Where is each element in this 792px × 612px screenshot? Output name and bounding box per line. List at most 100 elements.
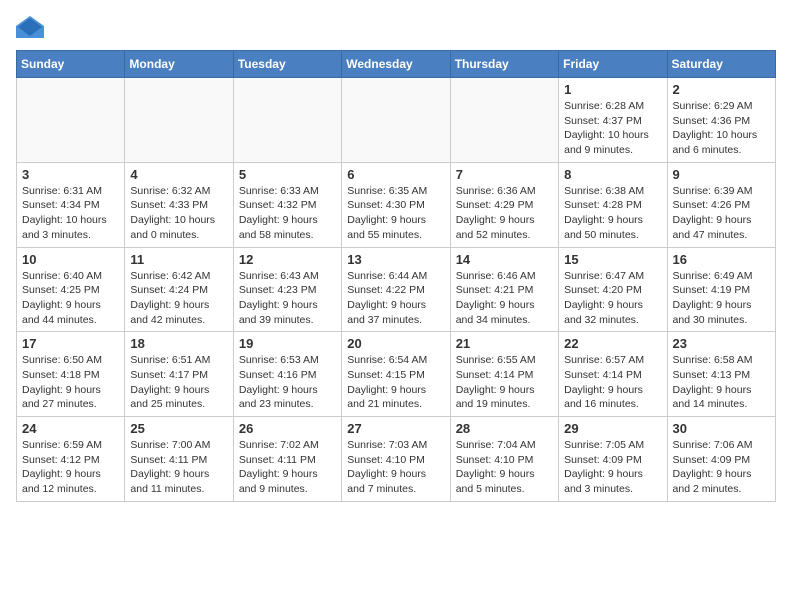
day-number: 18 [130, 336, 227, 351]
day-number: 17 [22, 336, 119, 351]
calendar-cell: 30 Sunrise: 7:06 AM Sunset: 4:09 PM Dayli… [667, 417, 775, 502]
column-header-tuesday: Tuesday [233, 51, 341, 78]
calendar-cell: 25 Sunrise: 7:00 AM Sunset: 4:11 PM Dayli… [125, 417, 233, 502]
day-number: 2 [673, 82, 770, 97]
column-header-monday: Monday [125, 51, 233, 78]
calendar-cell [233, 78, 341, 163]
day-info: Sunrise: 6:38 AM Sunset: 4:28 PM Dayligh… [564, 184, 661, 243]
calendar-cell [17, 78, 125, 163]
calendar-cell: 27 Sunrise: 7:03 AM Sunset: 4:10 PM Dayli… [342, 417, 450, 502]
day-number: 28 [456, 421, 553, 436]
day-number: 12 [239, 252, 336, 267]
calendar-week-3: 10Sunrise: 6:40 AM Sunset: 4:25 PM Dayli… [17, 247, 776, 332]
column-header-friday: Friday [559, 51, 667, 78]
day-number: 24 [22, 421, 119, 436]
day-number: 26 [239, 421, 336, 436]
calendar-cell: 14 Sunrise: 6:46 AM Sunset: 4:21 PM Dayli… [450, 247, 558, 332]
day-info: Sunrise: 6:50 AM Sunset: 4:18 PM Dayligh… [22, 353, 119, 412]
day-info: Sunrise: 7:00 AM Sunset: 4:11 PM Dayligh… [130, 438, 227, 497]
calendar-cell: 2Sunrise: 6:29 AM Sunset: 4:36 PM Daylig… [667, 78, 775, 163]
calendar-week-4: 17 Sunrise: 6:50 AM Sunset: 4:18 PM Dayli… [17, 332, 776, 417]
day-info: Sunrise: 6:28 AM Sunset: 4:37 PM Dayligh… [564, 99, 661, 158]
day-number: 14 [456, 252, 553, 267]
day-info: Sunrise: 6:53 AM Sunset: 4:16 PM Dayligh… [239, 353, 336, 412]
day-info: Sunrise: 6:33 AM Sunset: 4:32 PM Dayligh… [239, 184, 336, 243]
day-number: 19 [239, 336, 336, 351]
day-number: 3 [22, 167, 119, 182]
day-number: 6 [347, 167, 444, 182]
day-info: Sunrise: 6:58 AM Sunset: 4:13 PM Dayligh… [673, 353, 770, 412]
calendar-cell: 29 Sunrise: 7:05 AM Sunset: 4:09 PM Dayli… [559, 417, 667, 502]
calendar-cell: 13 Sunrise: 6:44 AM Sunset: 4:22 PM Dayli… [342, 247, 450, 332]
calendar-week-2: 3 Sunrise: 6:31 AM Sunset: 4:34 PM Daylig… [17, 162, 776, 247]
calendar-cell: 11 Sunrise: 6:42 AM Sunset: 4:24 PM Dayli… [125, 247, 233, 332]
calendar-cell: 12Sunrise: 6:43 AM Sunset: 4:23 PM Dayli… [233, 247, 341, 332]
column-header-saturday: Saturday [667, 51, 775, 78]
calendar-cell [125, 78, 233, 163]
day-number: 11 [130, 252, 227, 267]
day-number: 27 [347, 421, 444, 436]
day-number: 30 [673, 421, 770, 436]
day-info: Sunrise: 6:42 AM Sunset: 4:24 PM Dayligh… [130, 269, 227, 328]
calendar-cell: 19 Sunrise: 6:53 AM Sunset: 4:16 PM Dayli… [233, 332, 341, 417]
day-info: Sunrise: 6:39 AM Sunset: 4:26 PM Dayligh… [673, 184, 770, 243]
calendar-cell: 23 Sunrise: 6:58 AM Sunset: 4:13 PM Dayli… [667, 332, 775, 417]
calendar-cell: 20 Sunrise: 6:54 AM Sunset: 4:15 PM Dayli… [342, 332, 450, 417]
calendar-cell: 28 Sunrise: 7:04 AM Sunset: 4:10 PM Dayli… [450, 417, 558, 502]
calendar-cell: 8 Sunrise: 6:38 AM Sunset: 4:28 PM Daylig… [559, 162, 667, 247]
day-number: 21 [456, 336, 553, 351]
calendar-cell: 4 Sunrise: 6:32 AM Sunset: 4:33 PM Daylig… [125, 162, 233, 247]
day-info: Sunrise: 7:02 AM Sunset: 4:11 PM Dayligh… [239, 438, 336, 497]
calendar-cell: 26 Sunrise: 7:02 AM Sunset: 4:11 PM Dayli… [233, 417, 341, 502]
day-number: 13 [347, 252, 444, 267]
calendar-cell: 3 Sunrise: 6:31 AM Sunset: 4:34 PM Daylig… [17, 162, 125, 247]
calendar-week-5: 24 Sunrise: 6:59 AM Sunset: 4:12 PM Dayli… [17, 417, 776, 502]
day-info: Sunrise: 6:51 AM Sunset: 4:17 PM Dayligh… [130, 353, 227, 412]
day-number: 10 [22, 252, 119, 267]
calendar-cell: 10Sunrise: 6:40 AM Sunset: 4:25 PM Dayli… [17, 247, 125, 332]
day-number: 7 [456, 167, 553, 182]
day-info: Sunrise: 6:55 AM Sunset: 4:14 PM Dayligh… [456, 353, 553, 412]
calendar-cell: 24 Sunrise: 6:59 AM Sunset: 4:12 PM Dayli… [17, 417, 125, 502]
day-number: 29 [564, 421, 661, 436]
calendar-cell [450, 78, 558, 163]
calendar-cell: 18 Sunrise: 6:51 AM Sunset: 4:17 PM Dayli… [125, 332, 233, 417]
calendar-cell: 21 Sunrise: 6:55 AM Sunset: 4:14 PM Dayli… [450, 332, 558, 417]
calendar-cell: 6 Sunrise: 6:35 AM Sunset: 4:30 PM Daylig… [342, 162, 450, 247]
day-number: 25 [130, 421, 227, 436]
day-number: 8 [564, 167, 661, 182]
day-info: Sunrise: 6:57 AM Sunset: 4:14 PM Dayligh… [564, 353, 661, 412]
column-header-sunday: Sunday [17, 51, 125, 78]
day-number: 4 [130, 167, 227, 182]
day-number: 5 [239, 167, 336, 182]
calendar-cell: 22 Sunrise: 6:57 AM Sunset: 4:14 PM Dayli… [559, 332, 667, 417]
calendar-table: SundayMondayTuesdayWednesdayThursdayFrid… [16, 50, 776, 502]
day-info: Sunrise: 7:06 AM Sunset: 4:09 PM Dayligh… [673, 438, 770, 497]
day-info: Sunrise: 6:36 AM Sunset: 4:29 PM Dayligh… [456, 184, 553, 243]
day-info: Sunrise: 7:04 AM Sunset: 4:10 PM Dayligh… [456, 438, 553, 497]
day-info: Sunrise: 7:05 AM Sunset: 4:09 PM Dayligh… [564, 438, 661, 497]
day-info: Sunrise: 6:35 AM Sunset: 4:30 PM Dayligh… [347, 184, 444, 243]
day-info: Sunrise: 7:03 AM Sunset: 4:10 PM Dayligh… [347, 438, 444, 497]
day-number: 23 [673, 336, 770, 351]
day-number: 1 [564, 82, 661, 97]
day-info: Sunrise: 6:46 AM Sunset: 4:21 PM Dayligh… [456, 269, 553, 328]
day-info: Sunrise: 6:44 AM Sunset: 4:22 PM Dayligh… [347, 269, 444, 328]
calendar-cell: 17 Sunrise: 6:50 AM Sunset: 4:18 PM Dayli… [17, 332, 125, 417]
day-info: Sunrise: 6:47 AM Sunset: 4:20 PM Dayligh… [564, 269, 661, 328]
day-info: Sunrise: 6:54 AM Sunset: 4:15 PM Dayligh… [347, 353, 444, 412]
calendar-cell: 16Sunrise: 6:49 AM Sunset: 4:19 PM Dayli… [667, 247, 775, 332]
day-info: Sunrise: 6:59 AM Sunset: 4:12 PM Dayligh… [22, 438, 119, 497]
column-header-thursday: Thursday [450, 51, 558, 78]
calendar-header-row: SundayMondayTuesdayWednesdayThursdayFrid… [17, 51, 776, 78]
logo [16, 16, 48, 38]
day-info: Sunrise: 6:32 AM Sunset: 4:33 PM Dayligh… [130, 184, 227, 243]
calendar-cell [342, 78, 450, 163]
calendar-cell: 15Sunrise: 6:47 AM Sunset: 4:20 PM Dayli… [559, 247, 667, 332]
calendar-cell: 9Sunrise: 6:39 AM Sunset: 4:26 PM Daylig… [667, 162, 775, 247]
calendar-cell: 1 Sunrise: 6:28 AM Sunset: 4:37 PM Daylig… [559, 78, 667, 163]
day-info: Sunrise: 6:31 AM Sunset: 4:34 PM Dayligh… [22, 184, 119, 243]
day-info: Sunrise: 6:49 AM Sunset: 4:19 PM Dayligh… [673, 269, 770, 328]
day-number: 22 [564, 336, 661, 351]
day-number: 20 [347, 336, 444, 351]
